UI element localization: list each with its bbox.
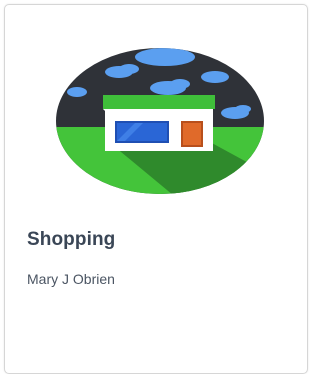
card-author: Mary J Obrien [27, 271, 115, 287]
shop-storefront-illustration [56, 48, 264, 194]
shopping-card[interactable]: Shopping Mary J Obrien [4, 4, 308, 374]
card-title[interactable]: Shopping [27, 229, 115, 251]
